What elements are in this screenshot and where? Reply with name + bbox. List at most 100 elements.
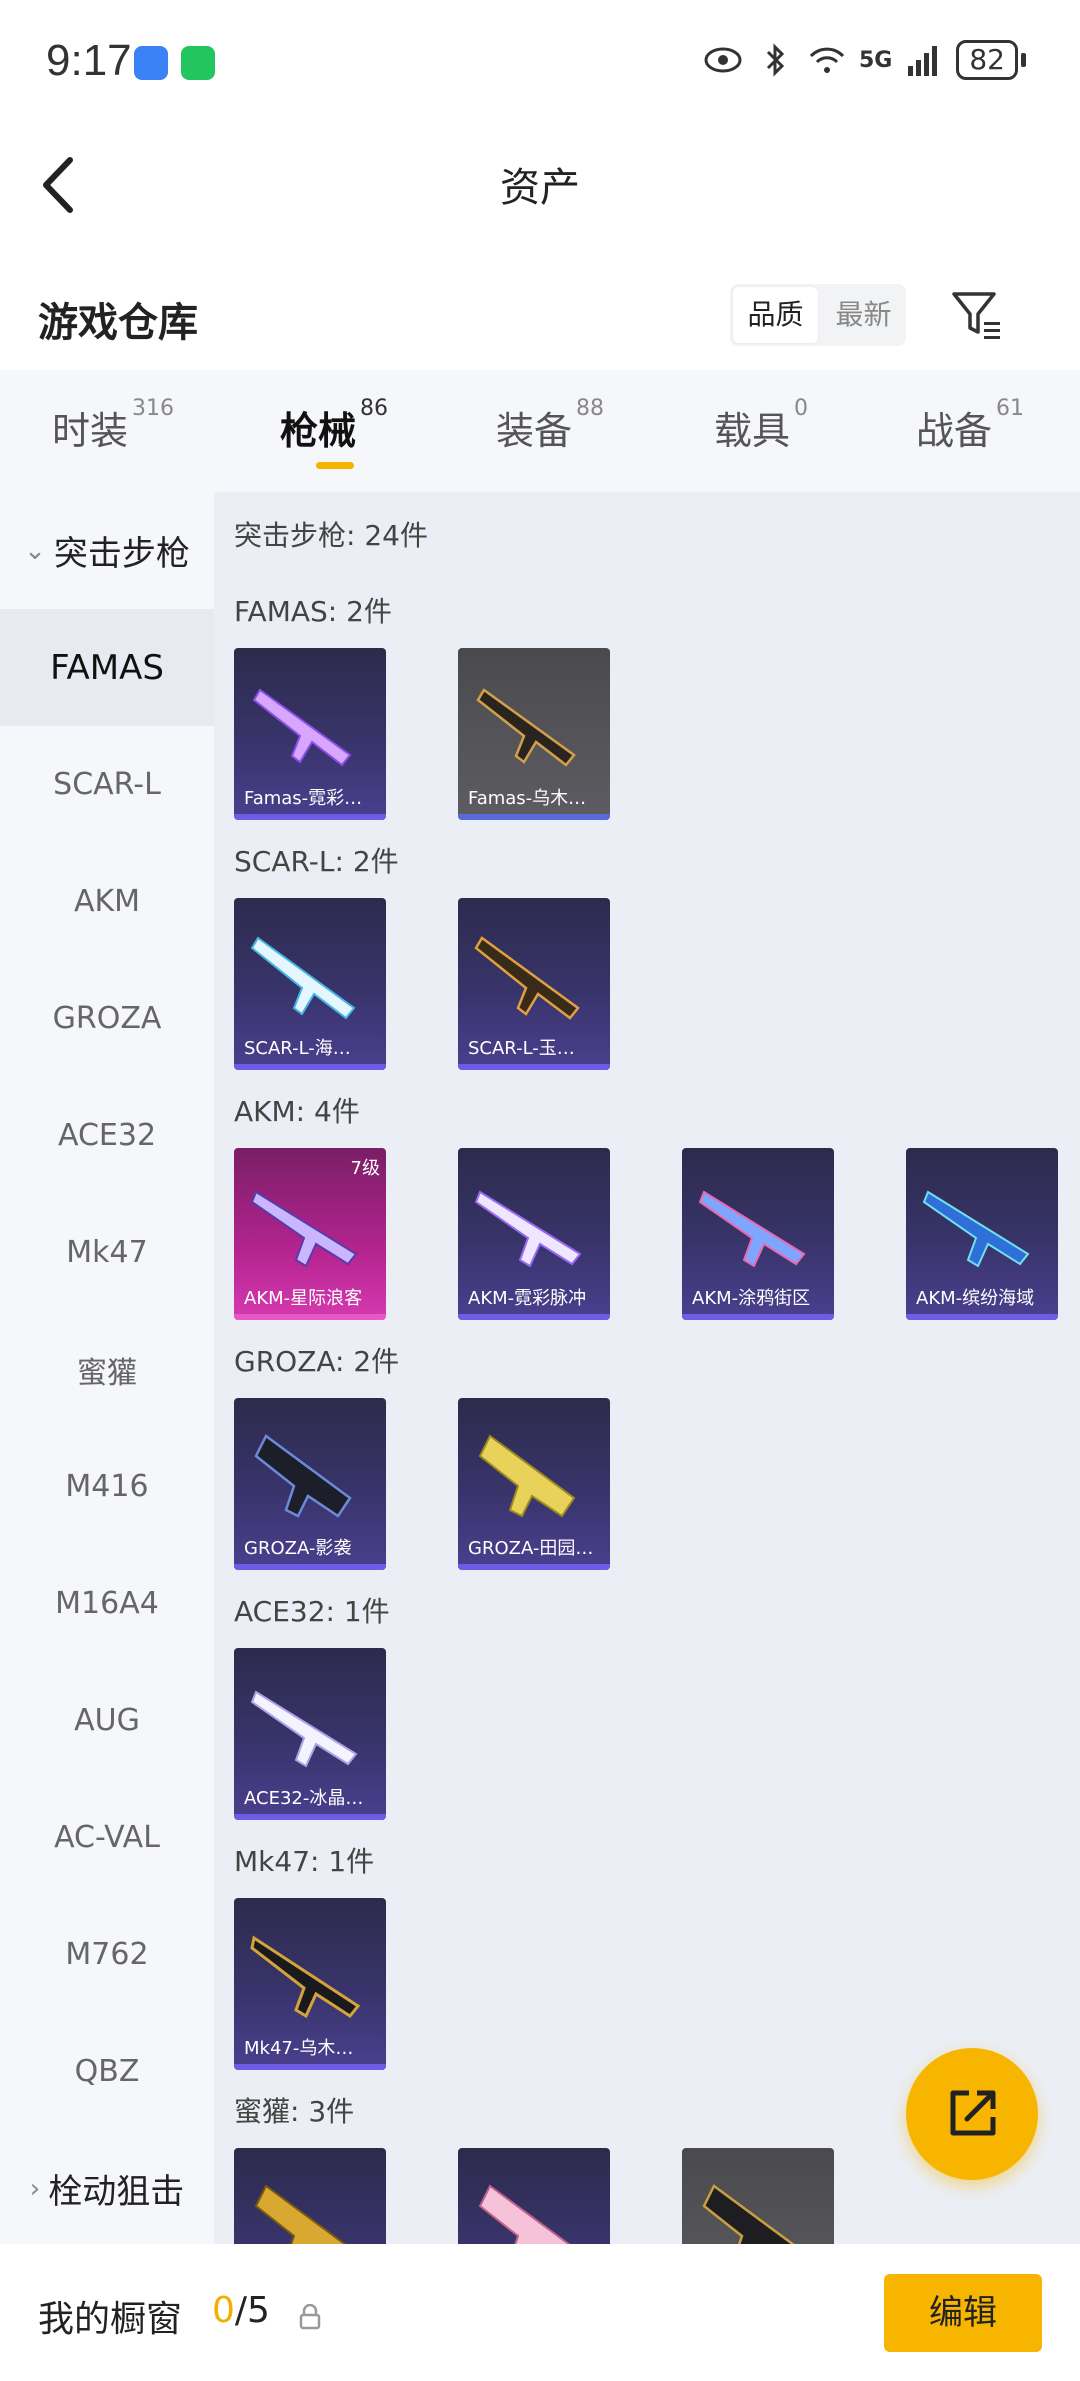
weapon-image-icon bbox=[478, 1434, 576, 1518]
rarity-bar bbox=[458, 1064, 610, 1070]
weapon-grid: 突击步枪: 24件 FAMAS: 2件 Famas-霓彩… Famas-乌木… … bbox=[214, 492, 1080, 2244]
share-external-icon bbox=[950, 2090, 996, 2136]
chevron-right-icon: › bbox=[29, 2173, 41, 2204]
weapon-card[interactable] bbox=[458, 2148, 610, 2244]
sidebar-item-m762[interactable]: M762 bbox=[0, 1896, 214, 2013]
sidebar-group-bolt-action[interactable]: › 栓动狙击 bbox=[0, 2130, 214, 2244]
sidebar-item-ac-val[interactable]: AC-VAL bbox=[0, 1779, 214, 1896]
weapon-card-label: GROZA-影袭 bbox=[244, 1538, 352, 1559]
showcase-current: 0 bbox=[212, 2290, 235, 2331]
sort-toggle: 品质 最新 bbox=[730, 284, 906, 346]
lock-icon bbox=[299, 2304, 321, 2330]
sidebar-item-aug[interactable]: AUG bbox=[0, 1662, 214, 1779]
rarity-bar bbox=[906, 1314, 1058, 1320]
weapon-card-label: AKM-缤纷海域 bbox=[916, 1288, 1035, 1309]
weapon-image-icon bbox=[476, 688, 576, 767]
warehouse-header: 游戏仓库 品质 最新 bbox=[0, 270, 1080, 370]
tab-vehicles[interactable]: 载具0 bbox=[714, 396, 808, 455]
showcase-total: /5 bbox=[234, 2290, 270, 2331]
tab-equipment[interactable]: 装备88 bbox=[496, 396, 604, 455]
sidebar-group-assault-rifles[interactable]: ⌄ 突击步枪 bbox=[0, 492, 214, 609]
weapon-image-icon bbox=[250, 1690, 358, 1768]
weapon-card[interactable]: ACE32-冰晶… bbox=[234, 1648, 386, 1820]
group-title-mk47: Mk47: 1件 bbox=[234, 1845, 375, 1878]
weapon-card-label: GROZA-田园… bbox=[468, 1538, 594, 1559]
sidebar-item-ace32[interactable]: ACE32 bbox=[0, 1077, 214, 1194]
tab-firearms[interactable]: 枪械86 bbox=[280, 396, 388, 455]
tab-count: 88 bbox=[576, 396, 605, 421]
sort-by-newest[interactable]: 最新 bbox=[821, 284, 906, 346]
weapon-card[interactable]: AKM-霓彩脉冲 bbox=[458, 1148, 610, 1320]
rarity-bar bbox=[458, 814, 610, 820]
sidebar-item-mk47[interactable]: Mk47 bbox=[0, 1194, 214, 1311]
edit-button[interactable]: 编辑 bbox=[884, 2274, 1042, 2352]
weapon-card[interactable]: SCAR-L-玉… bbox=[458, 898, 610, 1070]
weapon-image-icon bbox=[698, 1190, 806, 1268]
battery-tip bbox=[1021, 53, 1026, 67]
signal-icon bbox=[908, 46, 938, 76]
weapon-card-label: Famas-霓彩… bbox=[244, 788, 363, 809]
category-summary: 突击步枪: 24件 bbox=[234, 519, 428, 552]
sidebar-item-qbz[interactable]: QBZ bbox=[0, 2013, 214, 2130]
weapon-card-label: SCAR-L-海… bbox=[244, 1038, 351, 1059]
rarity-bar bbox=[234, 1064, 386, 1070]
tab-label: 时装 bbox=[52, 409, 129, 453]
page-title: 资产 bbox=[500, 165, 580, 211]
sidebar-item-m416[interactable]: M416 bbox=[0, 1428, 214, 1545]
weapon-card[interactable]: SCAR-L-海… bbox=[234, 898, 386, 1070]
status-icons: 5G 82 bbox=[703, 40, 1026, 80]
weapon-card[interactable]: Mk47-乌木… bbox=[234, 1898, 386, 2070]
showcase-count: 0/5 bbox=[212, 2290, 270, 2331]
tab-count: 61 bbox=[996, 396, 1025, 421]
weapon-card-label: AKM-星际浪客 bbox=[244, 1288, 363, 1309]
weapon-card-label: ACE32-冰晶… bbox=[244, 1788, 364, 1809]
weapon-image-icon bbox=[474, 936, 580, 1020]
weapon-image-icon bbox=[254, 2184, 347, 2244]
wifi-icon bbox=[809, 47, 845, 73]
filter-icon[interactable] bbox=[950, 288, 1004, 342]
weapon-image-icon bbox=[250, 936, 356, 1020]
sidebar-item-scar-l[interactable]: SCAR-L bbox=[0, 726, 214, 843]
group-title-honey-badger: 蜜獾: 3件 bbox=[234, 2095, 355, 2128]
notification-app-icon bbox=[134, 46, 168, 80]
tab-label: 战备 bbox=[916, 409, 993, 453]
sort-by-quality[interactable]: 品质 bbox=[733, 287, 818, 343]
showcase-label: 我的橱窗 bbox=[38, 2299, 183, 2340]
status-time: 9:17 bbox=[46, 36, 132, 85]
category-tabs: 时装316 枪械86 装备88 载具0 战备61 bbox=[0, 370, 1080, 492]
sidebar-item-m16a4[interactable]: M16A4 bbox=[0, 1545, 214, 1662]
group-title-akm: AKM: 4件 bbox=[234, 1095, 360, 1128]
weapon-card[interactable]: Famas-霓彩… bbox=[234, 648, 386, 820]
network-type: 5G bbox=[858, 47, 893, 73]
weapon-card[interactable]: Famas-乌木… bbox=[458, 648, 610, 820]
tab-supplies[interactable]: 战备61 bbox=[916, 396, 1024, 455]
group-title-ace32: ACE32: 1件 bbox=[234, 1595, 390, 1628]
sidebar-group-label: 栓动狙击 bbox=[48, 2172, 185, 2212]
weapon-card[interactable]: AKM-缤纷海域 bbox=[906, 1148, 1058, 1320]
weapon-card[interactable] bbox=[682, 2148, 834, 2244]
sidebar-item-groza[interactable]: GROZA bbox=[0, 960, 214, 1077]
weapon-card[interactable]: AKM-涂鸦街区 bbox=[682, 1148, 834, 1320]
sidebar-item-akm[interactable]: AKM bbox=[0, 843, 214, 960]
weapon-image-icon bbox=[922, 1190, 1030, 1268]
sidebar-group-label: 突击步枪 bbox=[53, 534, 190, 574]
weapon-card-label: AKM-涂鸦街区 bbox=[692, 1288, 811, 1309]
weapon-image-icon bbox=[254, 1434, 352, 1518]
battery-level: 82 bbox=[956, 40, 1018, 80]
tab-fashion[interactable]: 时装316 bbox=[52, 396, 174, 455]
weapon-card[interactable] bbox=[234, 2148, 386, 2244]
group-title-scar-l: SCAR-L: 2件 bbox=[234, 845, 399, 878]
sidebar-item-famas[interactable]: FAMAS bbox=[0, 609, 214, 726]
rarity-bar bbox=[458, 1314, 610, 1320]
share-button[interactable] bbox=[906, 2048, 1038, 2180]
weapon-card[interactable]: GROZA-田园… bbox=[458, 1398, 610, 1570]
tab-count: 316 bbox=[132, 396, 175, 421]
weapon-image-icon bbox=[252, 688, 352, 767]
weapon-image-icon bbox=[478, 2184, 571, 2244]
weapon-card[interactable]: 7级 AKM-星际浪客 bbox=[234, 1148, 386, 1320]
weapon-card-label: Famas-乌木… bbox=[468, 788, 587, 809]
section-title: 游戏仓库 bbox=[38, 300, 198, 346]
sidebar-item-honey-badger[interactable]: 蜜獾 bbox=[0, 1311, 214, 1428]
tab-label: 装备 bbox=[496, 409, 573, 453]
weapon-card[interactable]: GROZA-影袭 bbox=[234, 1398, 386, 1570]
